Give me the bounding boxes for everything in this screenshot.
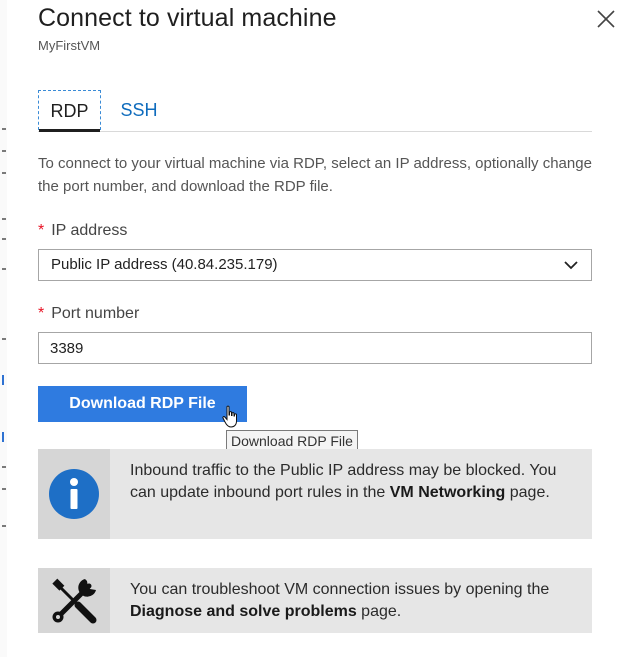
tab-rdp[interactable]: RDP [38,90,101,132]
panel-subtitle: MyFirstVM [38,38,101,53]
connection-description: To connect to your virtual machine via R… [38,155,592,195]
connect-panel: Connect to virtual machine MyFirstVM RDP… [0,0,624,657]
panel-title: Connect to virtual machine [38,4,337,32]
tab-ssh[interactable]: SSH [118,90,160,130]
tab-ssh-label: SSH [120,100,158,120]
download-rdp-file-button[interactable]: Download RDP File [38,386,247,422]
ip-address-selected-value: Public IP address (40.84.235.179) [51,256,278,273]
tab-rdp-label: RDP [50,101,89,121]
required-marker: * [38,305,45,322]
ip-address-label: * IP address [38,222,128,239]
diagnose-solve-problems-link[interactable]: Diagnose and solve problems [130,603,357,620]
troubleshoot-notice: You can troubleshoot VM connection issue… [38,568,592,633]
tab-bar: RDP SSH [38,90,592,132]
close-button[interactable] [593,6,619,32]
hand-cursor-icon [222,405,237,428]
active-tab-indicator [39,129,100,132]
networking-notice: Inbound traffic to the Public IP address… [38,449,592,539]
required-marker: * [38,222,45,239]
port-number-label: * Port number [38,305,140,322]
tools-icon [52,578,97,623]
close-icon [597,10,615,28]
info-icon [49,469,99,519]
chevron-down-icon [564,261,578,270]
networking-notice-text: Inbound traffic to the Public IP address… [130,462,557,501]
troubleshoot-notice-text: You can troubleshoot VM connection issue… [130,581,550,620]
port-number-input[interactable] [38,332,592,364]
ip-address-select[interactable]: Public IP address (40.84.235.179) [38,249,592,281]
background-page-edge [0,0,7,657]
vm-networking-link[interactable]: VM Networking [390,484,506,501]
